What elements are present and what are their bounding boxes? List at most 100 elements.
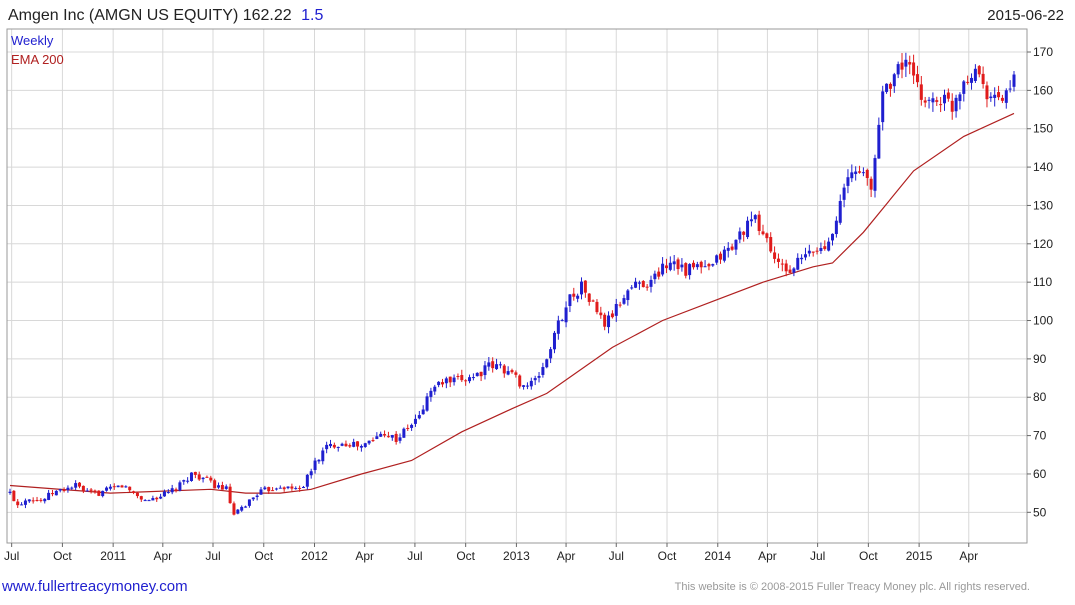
candle-body — [977, 66, 981, 75]
footer-copyright: This website is © 2008-2015 Fuller Treac… — [675, 581, 1030, 593]
candle-body — [850, 172, 854, 179]
candle-body — [545, 359, 549, 368]
candle-body — [587, 293, 591, 302]
candle-body — [386, 436, 390, 438]
candle-body — [228, 486, 232, 504]
x-tick-label: Jul — [609, 549, 624, 563]
candle-body — [66, 487, 70, 490]
x-tick-label: 2011 — [100, 549, 126, 563]
candle-body — [251, 497, 255, 500]
x-tick-label: Apr — [758, 549, 777, 563]
candle-body — [653, 273, 657, 280]
candle-body — [630, 287, 634, 289]
candle-body — [240, 506, 244, 511]
candle-body — [170, 488, 174, 493]
candle-body — [900, 62, 904, 70]
x-tick-label: Jul — [4, 549, 19, 563]
candle-body — [973, 68, 977, 81]
candle-body — [325, 444, 329, 450]
candle-body — [668, 262, 672, 270]
candle-body — [757, 214, 761, 232]
candle-body — [800, 257, 804, 260]
candle-body — [603, 314, 607, 327]
candle-body — [301, 486, 305, 488]
candle-body — [471, 377, 475, 379]
candle-body — [525, 385, 529, 387]
candle-body — [715, 255, 719, 263]
candle-body — [112, 486, 116, 488]
candle-body — [773, 252, 777, 259]
candle-body — [375, 436, 379, 439]
candle-body — [290, 486, 294, 489]
candle-body — [278, 487, 282, 489]
y-tick-label: 50 — [1033, 505, 1047, 519]
candle-body — [506, 371, 510, 375]
candle-body — [939, 104, 943, 106]
candle-body — [105, 487, 109, 491]
candle-body — [719, 253, 723, 260]
candle-body — [664, 265, 668, 269]
candle-body — [607, 315, 611, 328]
candle-body — [807, 250, 811, 254]
candle-body — [831, 233, 835, 241]
candle-body — [742, 231, 746, 235]
y-tick-label: 100 — [1033, 314, 1053, 328]
candle-body — [47, 492, 51, 500]
footer-link[interactable]: www.fullertreacymoney.com — [1, 578, 188, 595]
chart-container: 50 60 70 80 90 100 110 120 130 140 150 160 170 Jul Oc… — [0, 0, 1075, 600]
candle-body — [931, 98, 935, 103]
candle-body — [479, 371, 483, 377]
candle-body — [274, 488, 278, 490]
candle-body — [151, 498, 155, 501]
candle-body — [896, 64, 900, 75]
candle-body — [460, 375, 464, 381]
change-value: 1.5 — [301, 7, 323, 24]
candle-body — [487, 362, 491, 367]
candle-body — [444, 378, 448, 384]
candles-layer — [8, 52, 1016, 516]
legend-ema: EMA 200 — [11, 52, 64, 67]
candle-body — [510, 370, 514, 373]
candle-body — [514, 372, 518, 375]
candle-body — [518, 375, 522, 387]
candle-body — [16, 501, 20, 506]
candle-body — [1012, 74, 1016, 87]
candle-body — [271, 490, 275, 492]
candle-body — [730, 246, 734, 250]
candle-body — [869, 178, 873, 190]
candle-body — [255, 495, 259, 498]
candle-body — [962, 81, 966, 94]
candle-body — [491, 361, 495, 369]
candle-body — [634, 281, 638, 288]
candle-body — [456, 375, 460, 377]
candle-body — [591, 300, 595, 302]
candle-body — [329, 443, 333, 447]
y-tick-label: 60 — [1033, 467, 1047, 481]
candle-body — [618, 304, 622, 306]
x-tick-label: Oct — [658, 549, 677, 563]
candle-body — [120, 485, 124, 488]
candle-body — [402, 428, 406, 438]
candle-body — [159, 496, 163, 499]
candle-body — [344, 443, 348, 447]
candle-body — [224, 486, 228, 489]
candle-body — [197, 474, 201, 480]
candle-body — [182, 480, 186, 482]
candle-body — [537, 375, 541, 378]
candle-body — [313, 460, 317, 471]
candle-body — [580, 281, 584, 295]
candle-body — [406, 427, 410, 429]
candle-body — [599, 312, 603, 316]
y-axis: 50 60 70 80 90 100 110 120 130 140 150 160 170 — [1027, 45, 1053, 519]
candle-body — [108, 486, 112, 489]
y-tick-label: 150 — [1033, 122, 1053, 136]
candle-body — [649, 279, 653, 287]
candle-body — [838, 201, 842, 223]
candle-body — [116, 485, 120, 488]
candle-body — [950, 100, 954, 112]
candle-body — [417, 415, 421, 419]
candle-body — [1004, 90, 1008, 103]
candle-body — [317, 459, 321, 462]
candle-body — [622, 298, 626, 304]
candle-body — [997, 92, 1001, 98]
